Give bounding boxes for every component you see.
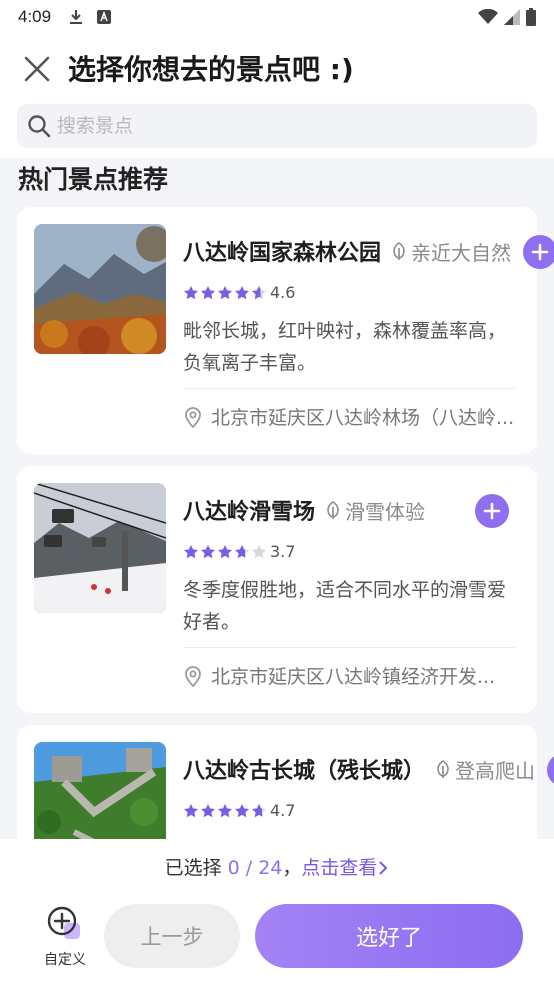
plus-icon [531, 243, 549, 261]
signal-icon [504, 9, 520, 25]
spot-address: 北京市延庆区八达岭林场（八达岭... [211, 407, 515, 429]
status-bar: 4:09 [0, 0, 554, 34]
star-rating [183, 285, 267, 301]
header: 选择你想去的景点吧 :) [0, 34, 554, 158]
search-input[interactable] [57, 115, 497, 137]
spot-description: 冬季度假胜地，适合不同水平的滑雪爱好者。 [183, 579, 507, 633]
rating-value: 3.7 [270, 542, 296, 561]
star-icon [184, 803, 198, 817]
rating-value: 4.6 [270, 283, 296, 302]
rating-row: 4.7 [183, 801, 295, 820]
add-spot-button[interactable] [475, 494, 509, 528]
star-icon [218, 803, 232, 817]
selected-prefix: 已选择 [164, 857, 228, 879]
view-selected-link[interactable]: 点击查看 [301, 857, 377, 879]
page-title: 选择你想去的景点吧 :) [68, 53, 354, 86]
star-icon [235, 803, 249, 817]
spot-card[interactable]: 八达岭古长城（残长城） 登高爬山 4.7 [17, 725, 554, 839]
add-spot-button[interactable] [547, 753, 554, 787]
divider [183, 388, 515, 389]
star-icon [218, 285, 232, 299]
spot-name: 八达岭古长城（残长城） [183, 759, 426, 784]
spot-tag: 滑雪体验 [323, 496, 425, 525]
star-rating [183, 803, 267, 819]
star-icon [201, 285, 215, 299]
search-icon [28, 115, 51, 138]
app-notification-icon [97, 10, 112, 24]
spot-image [34, 483, 166, 613]
close-icon[interactable] [22, 54, 52, 84]
spot-description: 毗邻长城，红叶映衬，森林覆盖率高，负氧离子丰富。 [183, 320, 507, 374]
leaf-icon [393, 242, 405, 260]
battery-icon [526, 8, 536, 26]
add-spot-button[interactable] [523, 235, 554, 269]
star-icon [235, 285, 249, 299]
spot-tag: 亲近大自然 [389, 237, 511, 266]
custom-button[interactable]: 自定义 [36, 905, 94, 975]
spot-tag-label: 滑雪体验 [345, 499, 426, 524]
leaf-icon [437, 760, 449, 778]
spot-card[interactable]: 八达岭国家森林公园 亲近大自然 4.6 毗邻长城，红叶映衬，森林覆盖率高，负氧离… [17, 207, 554, 454]
spot-image [34, 224, 166, 354]
spot-card[interactable]: 八达岭滑雪场 滑雪体验 3.7 冬季度假胜地，适合不同水平的滑雪爱好者。 北京市… [17, 466, 537, 713]
section-title: 热门景点推荐 [18, 165, 169, 194]
status-time: 4:09 [18, 7, 52, 26]
star-icon [201, 803, 215, 817]
spot-tag: 登高爬山 [433, 755, 535, 784]
spot-list[interactable]: 八达岭国家森林公园 亲近大自然 4.6 毗邻长城，红叶映衬，森林覆盖率高，负氧离… [0, 207, 554, 839]
leaf-icon [327, 501, 339, 519]
selected-count: 0 / 24 [227, 857, 283, 879]
search-box[interactable] [17, 104, 537, 148]
add-circle-icon [47, 906, 80, 939]
location-pin-icon [185, 665, 201, 687]
location-pin-icon [185, 406, 201, 428]
star-icon [252, 285, 266, 299]
wifi-icon [478, 9, 498, 24]
rating-row: 4.6 [183, 283, 295, 302]
address-row: 北京市延庆区八达岭林场（八达岭... [183, 403, 514, 430]
spot-address: 北京市延庆区八达岭镇经济开发... [211, 666, 496, 688]
done-button[interactable]: 选好了 [255, 904, 523, 968]
star-rating [183, 544, 267, 560]
download-icon [70, 10, 83, 24]
custom-label: 自定义 [44, 952, 86, 968]
selected-separator: ， [282, 857, 302, 879]
chevron-right-icon[interactable] [377, 860, 389, 876]
spot-name: 八达岭国家森林公园 [183, 241, 382, 266]
star-icon [252, 544, 266, 558]
bottom-bar: 已选择 0 / 24，点击查看 自定义 上一步 选好了 [0, 839, 554, 984]
spot-tag-label: 亲近大自然 [411, 240, 512, 265]
rating-row: 3.7 [183, 542, 295, 561]
star-icon [184, 544, 198, 558]
rating-value: 4.7 [270, 801, 296, 820]
star-icon [201, 544, 215, 558]
star-icon [252, 803, 266, 817]
spot-name: 八达岭滑雪场 [183, 500, 316, 525]
previous-step-button[interactable]: 上一步 [104, 904, 240, 968]
spot-tag-label: 登高爬山 [455, 758, 536, 783]
star-icon [184, 285, 198, 299]
address-row: 北京市延庆区八达岭镇经济开发... [183, 662, 495, 689]
divider [183, 647, 515, 648]
plus-icon [483, 502, 501, 520]
spot-image [34, 742, 166, 839]
star-icon [235, 544, 249, 558]
star-icon [218, 544, 232, 558]
selection-summary: 已选择 0 / 24，点击查看 [0, 853, 554, 880]
